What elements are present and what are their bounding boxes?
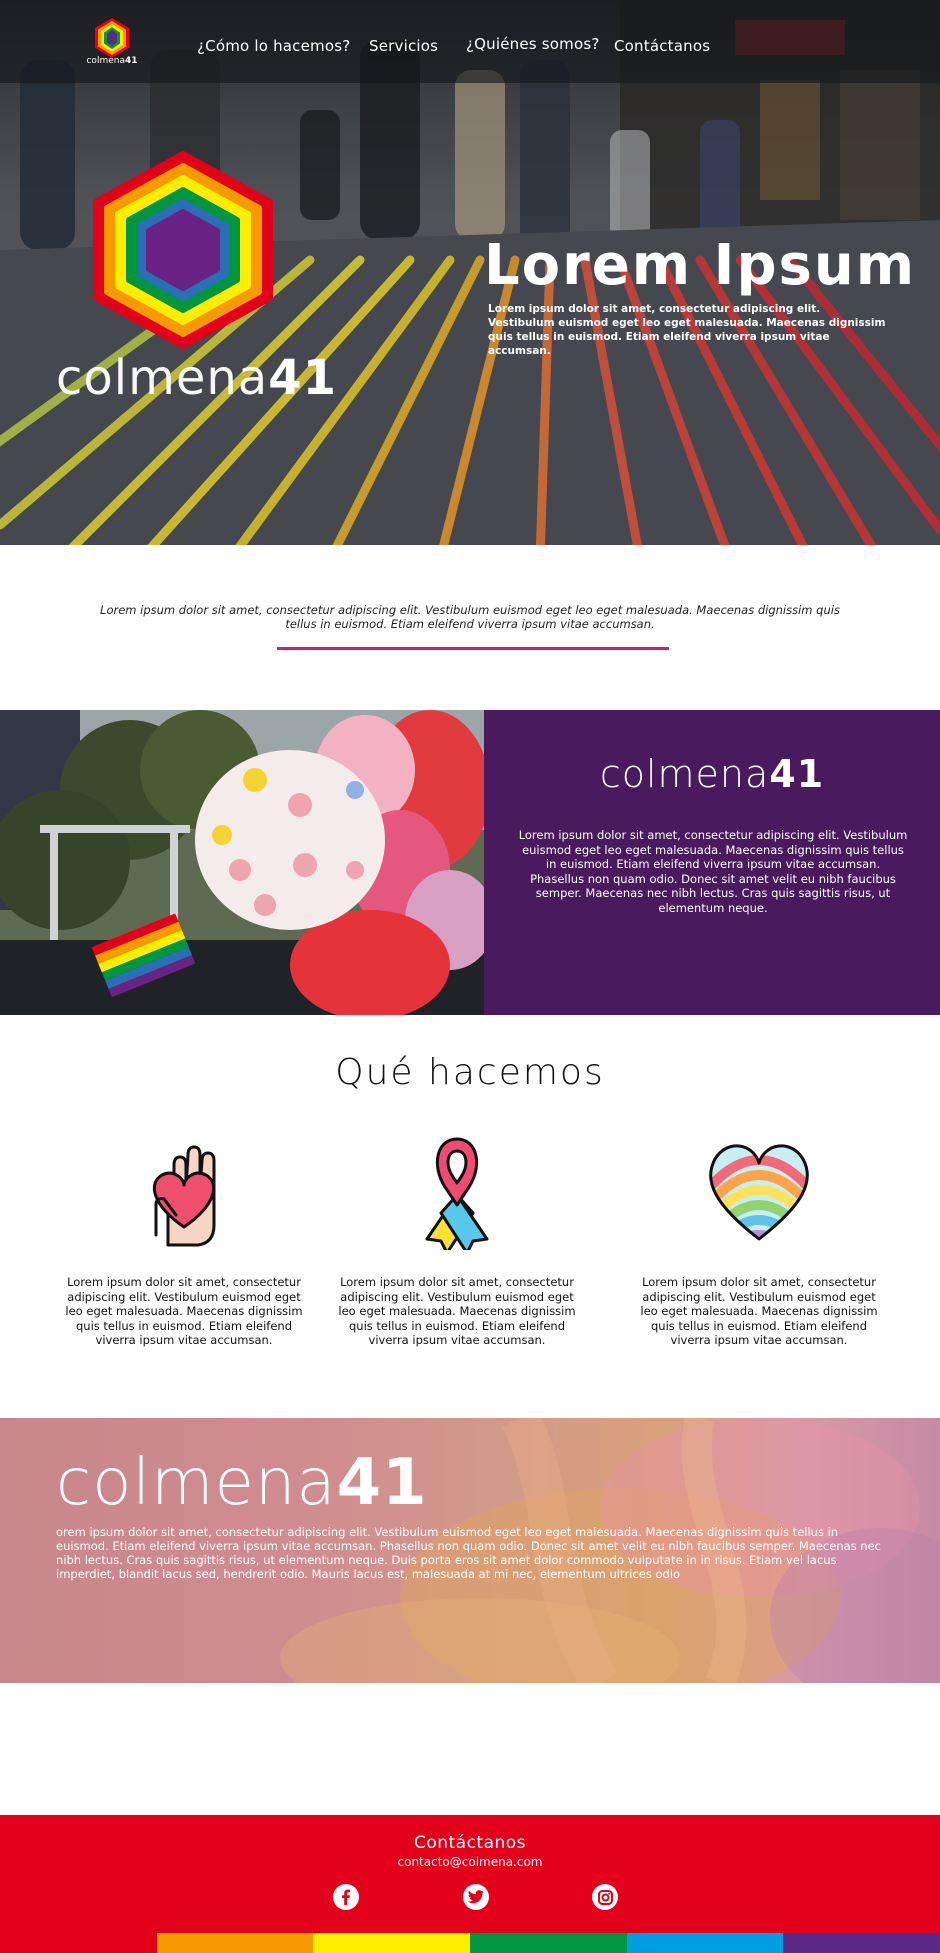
service-text-3: Lorem ipsum dolor sit amet, consectetur …: [640, 1275, 878, 1347]
service-text-1: Lorem ipsum dolor sit amet, consectetur …: [65, 1275, 303, 1347]
hero-brand-word: colmena: [56, 350, 269, 406]
heart-in-hand-icon: [152, 1145, 216, 1247]
intro-divider: [277, 647, 669, 650]
rainbow-stripe-bar: [0, 1933, 940, 1953]
contact-footer: Contáctanos contacto@colmena.com: [0, 1815, 940, 1953]
hero-brand-wordmark: colmena41: [56, 350, 337, 406]
hero-brand-number: 41: [268, 350, 338, 406]
footer-email-link[interactable]: contacto@colmena.com: [0, 1855, 940, 1869]
banner-brand-number: 41: [336, 1446, 428, 1520]
banner-text: orem ipsum dolor sit amet, consectetur a…: [56, 1525, 881, 1581]
stripe-orange: [156, 1933, 314, 1953]
stripe-blue: [626, 1933, 784, 1953]
facebook-icon: [342, 1889, 350, 1905]
nav-item-como-lo-hacemos[interactable]: ¿Cómo lo hacemos?: [197, 37, 350, 55]
stripe-yellow: [313, 1933, 471, 1953]
twitter-button[interactable]: [463, 1884, 489, 1910]
stripe-red: [0, 1933, 157, 1953]
instagram-icon: [597, 1889, 613, 1905]
about-brand-word: colmena: [599, 752, 770, 796]
twitter-icon: [468, 1890, 484, 1904]
about-panel: colmena41 Lorem ipsum dolor sit amet, co…: [484, 710, 940, 1015]
balloons-photo: [0, 710, 484, 1015]
nav-logo-number: 41: [124, 56, 138, 66]
about-section: colmena41 Lorem ipsum dolor sit amet, co…: [0, 710, 940, 1015]
about-brand-number: 41: [769, 752, 825, 796]
hero-description: Lorem ipsum dolor sit amet, consectetur …: [488, 303, 886, 357]
nav-logo-wordmark: colmena41: [84, 56, 140, 66]
hero-hexagon-logo-icon: [93, 151, 273, 349]
banner-brand-word: colmena: [56, 1446, 337, 1520]
rainbow-heart-icon: [709, 1144, 809, 1241]
top-navigation: colmena41 ¿Cómo lo hacemos? Servicios ¿Q…: [0, 0, 940, 83]
nav-item-contactanos[interactable]: Contáctanos: [614, 37, 710, 55]
nav-logo-word: colmena: [86, 56, 125, 66]
awareness-ribbon-icon: [425, 1137, 489, 1250]
hero-title: Lorem Ipsum: [484, 233, 917, 298]
hero-section: colmena41 ¿Cómo lo hacemos? Servicios ¿Q…: [0, 0, 940, 545]
what-we-do-title: Qué hacemos: [335, 1052, 605, 1093]
instagram-button[interactable]: [592, 1884, 618, 1910]
nav-item-quienes-somos[interactable]: ¿Quiénes somos?: [466, 35, 600, 53]
brand-banner: colmena41 orem ipsum dolor sit amet, con…: [0, 1418, 940, 1683]
about-text: Lorem ipsum dolor sit amet, consectetur …: [518, 828, 908, 915]
facebook-button[interactable]: [333, 1884, 359, 1910]
banner-brand-wordmark: colmena41: [56, 1446, 428, 1520]
nav-item-servicios[interactable]: Servicios: [369, 37, 438, 55]
intro-section: Lorem ipsum dolor sit amet, consectetur …: [0, 545, 940, 710]
footer-title: Contáctanos: [413, 1833, 527, 1853]
stripe-purple: [783, 1933, 940, 1953]
intro-text: Lorem ipsum dolor sit amet, consectetur …: [100, 603, 840, 631]
about-brand-wordmark: colmena41: [484, 752, 940, 796]
service-text-2: Lorem ipsum dolor sit amet, consectetur …: [338, 1275, 576, 1347]
stripe-green: [470, 1933, 627, 1953]
